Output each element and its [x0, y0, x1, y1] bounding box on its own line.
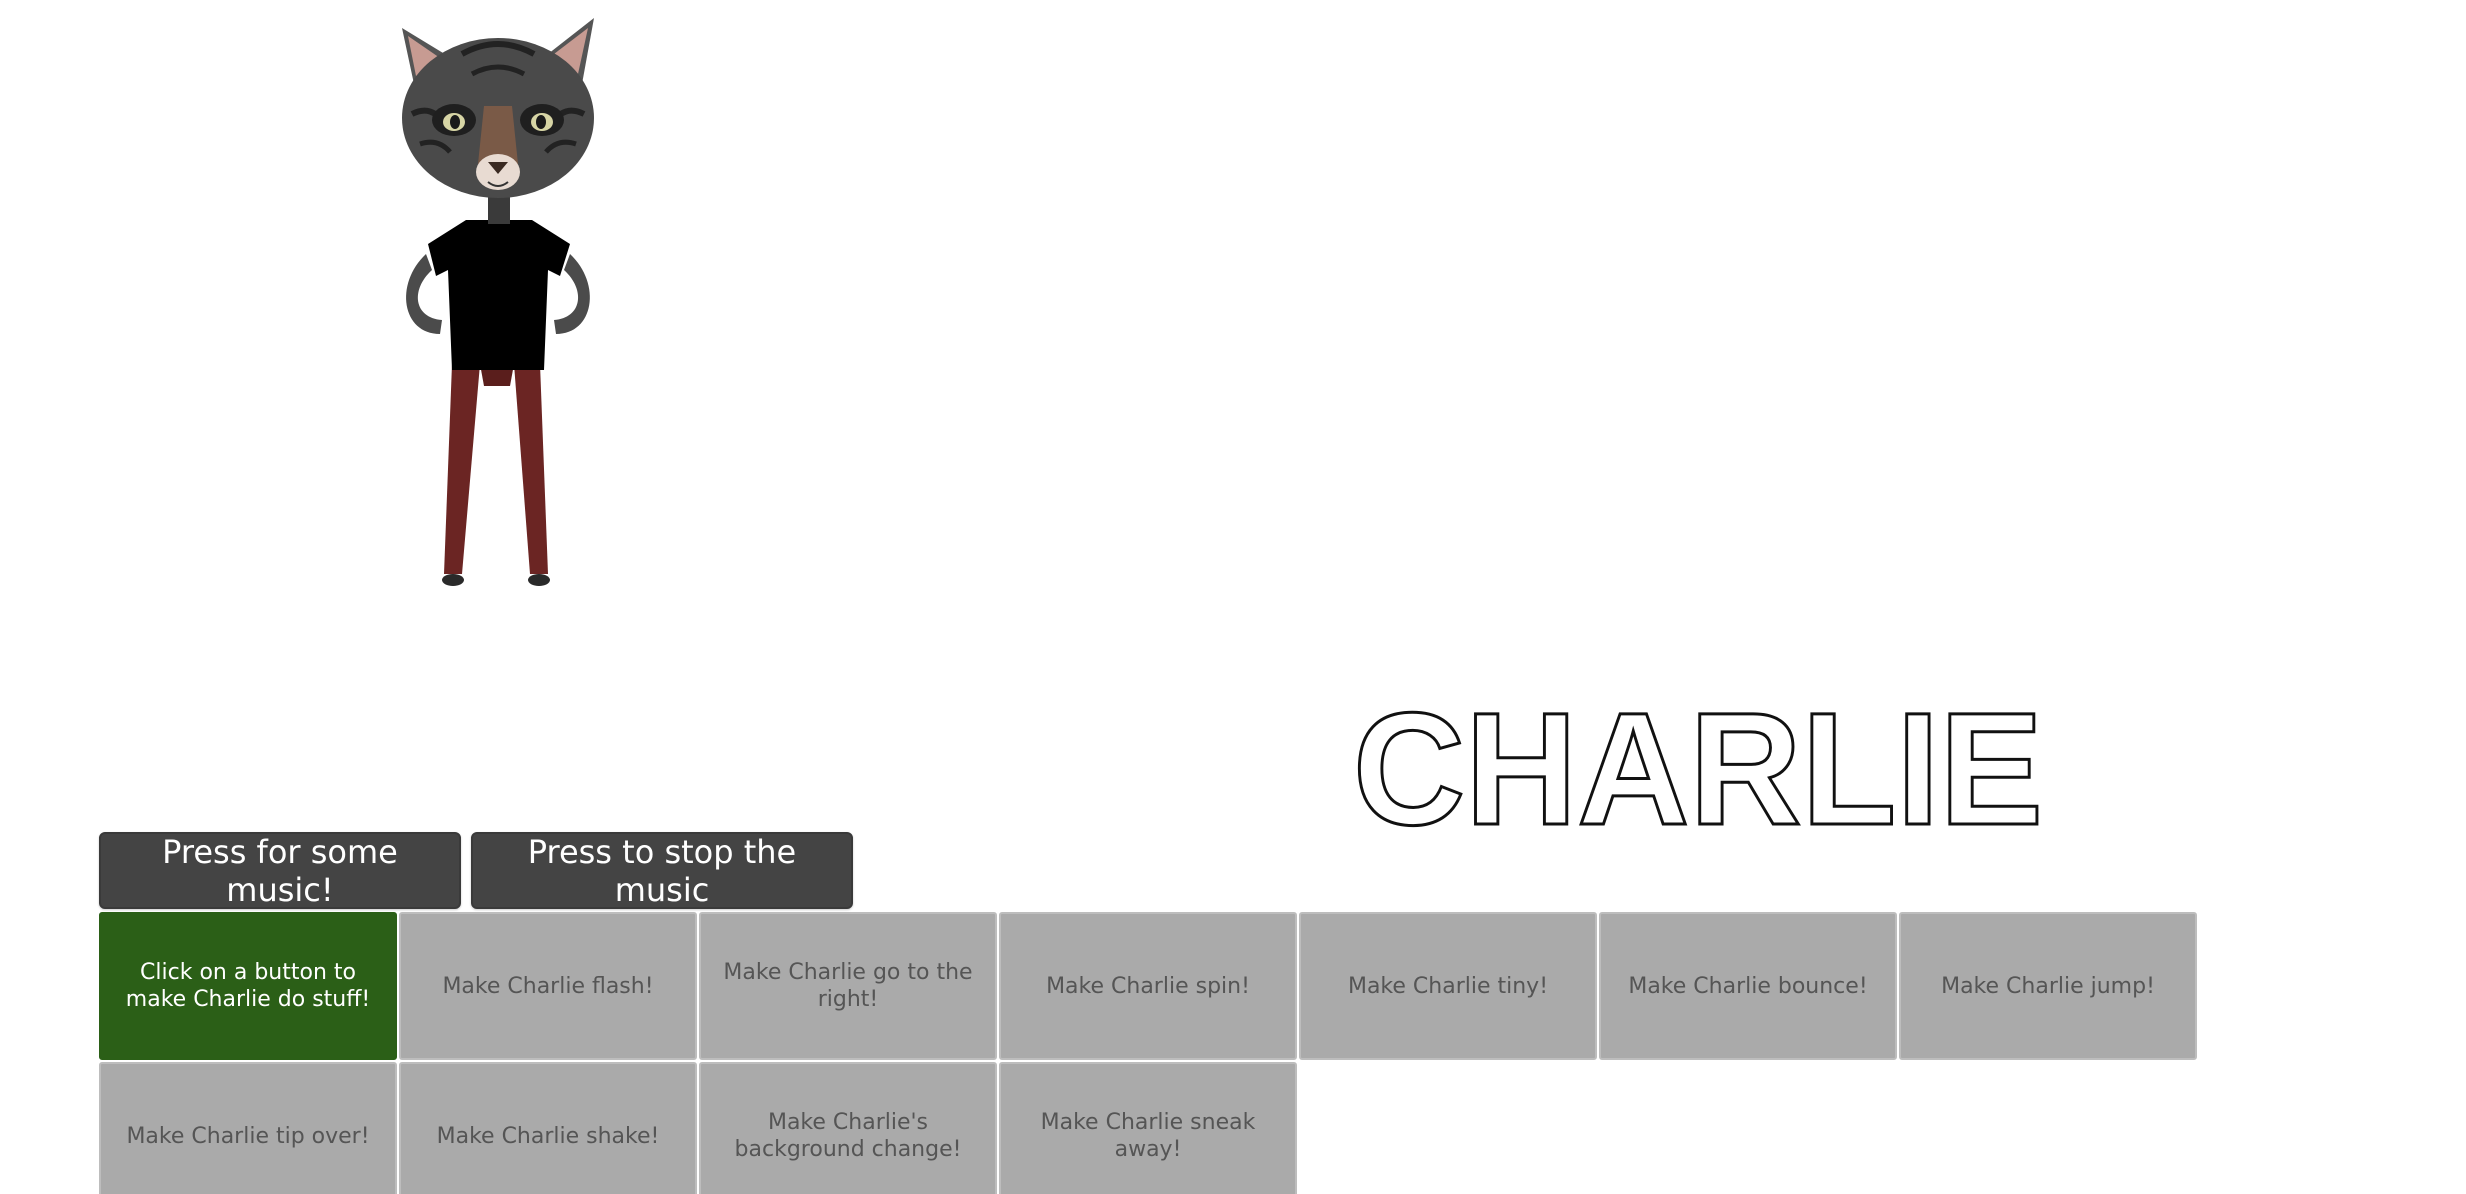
jump-button[interactable]: Make Charlie jump! [1899, 912, 2197, 1060]
sneak-away-button[interactable]: Make Charlie sneak away! [999, 1062, 1297, 1194]
bounce-button[interactable]: Make Charlie bounce! [1599, 912, 1897, 1060]
charlie-title: CHARLIE [1353, 700, 2045, 840]
spin-button[interactable]: Make Charlie spin! [999, 912, 1297, 1060]
play-music-button[interactable]: Press for some music! [99, 832, 461, 909]
tiny-button[interactable]: Make Charlie tiny! [1299, 912, 1597, 1060]
flash-button[interactable]: Make Charlie flash! [399, 912, 697, 1060]
stop-music-button[interactable]: Press to stop the music [471, 832, 853, 909]
charlie-cat-icon [402, 18, 594, 586]
go-right-button[interactable]: Make Charlie go to the right! [699, 912, 997, 1060]
page: CHARLIE Press for some music! Press to s… [0, 0, 2466, 1194]
action-button-grid: Click on a button to make Charlie do stu… [99, 912, 2199, 1194]
tip-over-button[interactable]: Make Charlie tip over! [99, 1062, 397, 1194]
background-change-button[interactable]: Make Charlie's background change! [699, 1062, 997, 1194]
shake-button[interactable]: Make Charlie shake! [399, 1062, 697, 1194]
charlie-title-text: CHARLIE [1353, 700, 2043, 840]
instructions-panel: Click on a button to make Charlie do stu… [99, 912, 397, 1060]
